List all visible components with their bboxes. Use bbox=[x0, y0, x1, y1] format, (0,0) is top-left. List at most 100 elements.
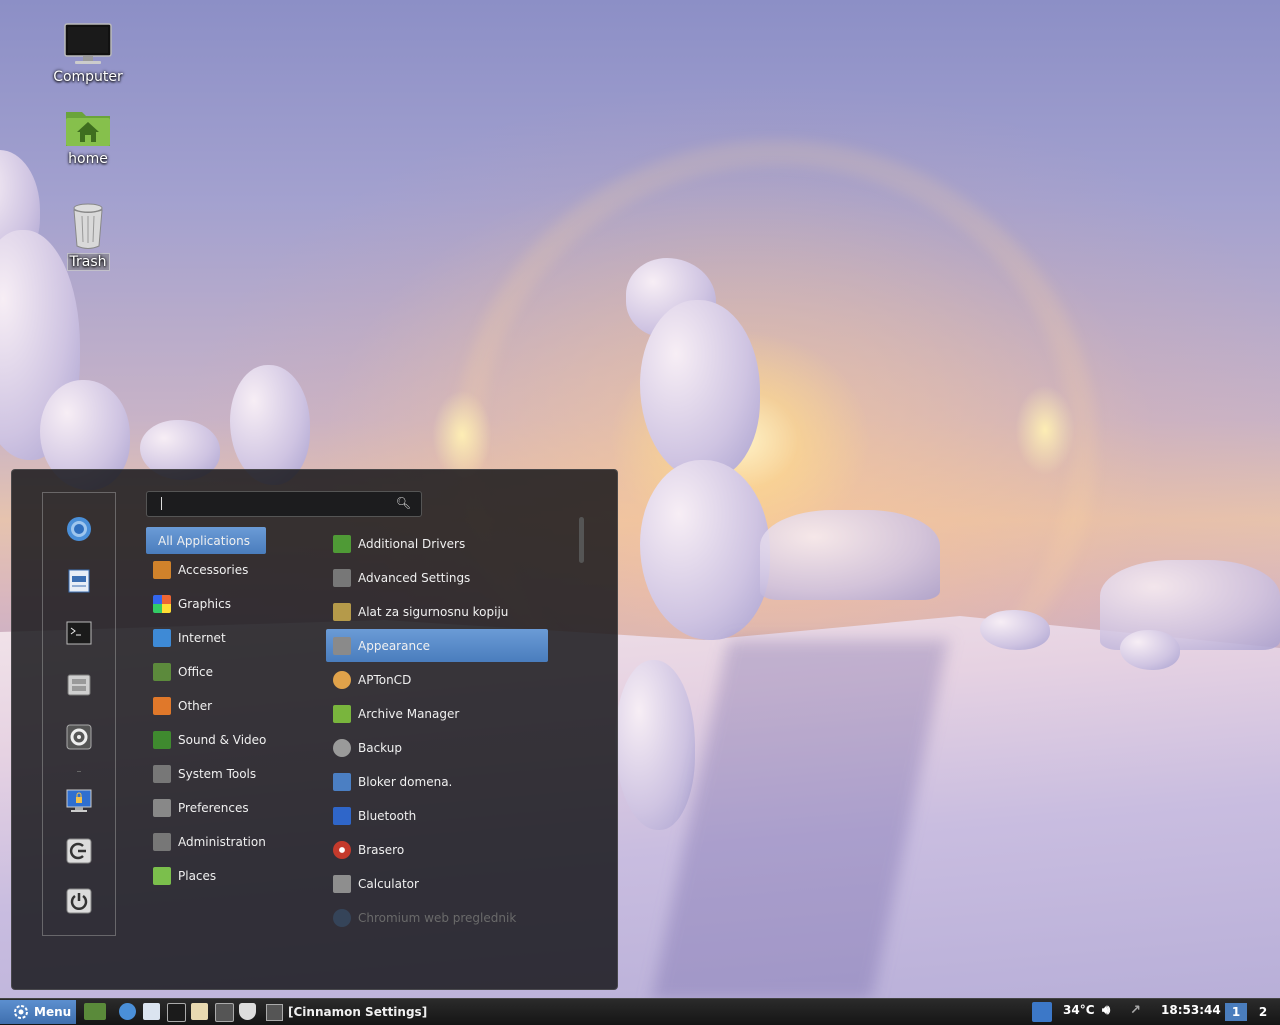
category-label: Administration bbox=[178, 834, 266, 849]
bottom-panel: Menu [Cinnamon Settings] 34°C 🔊︎ ↗ 18:53… bbox=[0, 998, 1280, 1025]
category-label: Internet bbox=[178, 630, 226, 645]
text-editor-launcher-icon[interactable] bbox=[191, 1003, 208, 1020]
show-desktop-icon[interactable] bbox=[84, 1003, 106, 1020]
trash-icon bbox=[73, 203, 103, 249]
category-accessories[interactable]: Accessories bbox=[146, 556, 266, 583]
office-icon bbox=[153, 662, 171, 681]
category-label: Other bbox=[178, 698, 213, 713]
clock[interactable]: 18:53:44 bbox=[1161, 1003, 1221, 1017]
taskbar-window-cinnamon-settings[interactable]: [Cinnamon Settings] bbox=[266, 1001, 427, 1023]
terminal-launcher-icon[interactable] bbox=[167, 1003, 186, 1022]
settings-launcher-icon[interactable] bbox=[215, 1003, 234, 1022]
chromium-icon bbox=[333, 908, 351, 927]
preferences-icon bbox=[153, 798, 171, 817]
additional-drivers-icon bbox=[333, 534, 351, 553]
home-folder-icon bbox=[66, 112, 110, 146]
logout-icon bbox=[66, 838, 92, 864]
favorite-lock-screen[interactable] bbox=[65, 787, 93, 815]
power-icon bbox=[66, 888, 92, 914]
app-label: Backup bbox=[358, 740, 402, 755]
desktop-icon-label: Trash bbox=[66, 253, 110, 271]
favorite-terminal[interactable] bbox=[65, 619, 93, 647]
app-label: Appearance bbox=[358, 638, 431, 653]
window-title: [Cinnamon Settings] bbox=[288, 1005, 428, 1019]
snow-tree bbox=[230, 365, 310, 485]
category-places[interactable]: Places bbox=[146, 862, 266, 889]
app-bluetooth[interactable]: Bluetooth bbox=[326, 799, 548, 832]
menu-search-input[interactable]: 🔍︎ bbox=[146, 491, 422, 517]
category-system-tools[interactable]: System Tools bbox=[146, 760, 266, 787]
menu-button-label: Menu bbox=[34, 1005, 72, 1019]
network-icon[interactable]: ↗ bbox=[1130, 1003, 1141, 1018]
category-internet[interactable]: Internet bbox=[146, 624, 266, 651]
category-preferences[interactable]: Preferences bbox=[146, 794, 266, 821]
temperature-readout[interactable]: 34°C bbox=[1063, 1003, 1095, 1017]
sundog-left bbox=[432, 390, 492, 480]
chromium-icon bbox=[67, 517, 91, 541]
appearance-icon bbox=[333, 636, 351, 655]
brasero-icon bbox=[333, 840, 351, 859]
settings-icon bbox=[66, 724, 92, 750]
menu-button[interactable]: Menu bbox=[0, 1000, 76, 1024]
app-label: Chromium web preglednik bbox=[358, 910, 517, 925]
app-archive-manager[interactable]: Archive Manager bbox=[326, 697, 548, 730]
category-administration[interactable]: Administration bbox=[146, 828, 266, 855]
category-other[interactable]: Other bbox=[146, 692, 266, 719]
app-domain-blocker[interactable]: Bloker domena. bbox=[326, 765, 548, 798]
graphics-icon bbox=[153, 594, 171, 613]
snow-mound bbox=[980, 610, 1050, 650]
app-chromium[interactable]: Chromium web preglednik bbox=[326, 901, 548, 934]
shield-launcher-icon[interactable] bbox=[239, 1003, 256, 1020]
category-all-applications[interactable]: All Applications bbox=[146, 527, 266, 554]
app-brasero[interactable]: Brasero bbox=[326, 833, 548, 866]
text-cursor bbox=[161, 497, 162, 510]
app-calculator[interactable]: Calculator bbox=[326, 867, 548, 900]
desktop-icon-computer[interactable]: Computer bbox=[43, 22, 133, 85]
workspace-1[interactable]: 1 bbox=[1225, 1003, 1247, 1021]
workspace-label: 1 bbox=[1231, 1005, 1241, 1019]
desktop-icon-home[interactable]: home bbox=[43, 106, 133, 167]
favorite-power[interactable] bbox=[65, 887, 93, 915]
category-sound-video[interactable]: Sound & Video bbox=[146, 726, 266, 753]
backup-icon bbox=[333, 738, 351, 757]
app-additional-drivers[interactable]: Additional Drivers bbox=[326, 527, 548, 560]
app-advanced-settings[interactable]: Advanced Settings bbox=[326, 561, 548, 594]
app-backup[interactable]: Backup bbox=[326, 731, 548, 764]
category-office[interactable]: Office bbox=[146, 658, 266, 685]
app-aptoncd[interactable]: APTonCD bbox=[326, 663, 548, 696]
app-backup-tool[interactable]: Alat za sigurnosnu kopiju bbox=[326, 595, 548, 628]
application-menu: 🔍︎ All Applications Accessories Graphics… bbox=[11, 469, 618, 990]
workspace-label: 2 bbox=[1258, 1005, 1268, 1019]
favorite-chromium[interactable] bbox=[65, 515, 93, 543]
favorites-bar bbox=[42, 492, 116, 936]
accessibility-icon[interactable] bbox=[1032, 1002, 1052, 1022]
desktop-icon-label: Computer bbox=[53, 69, 123, 85]
favorite-logout[interactable] bbox=[65, 837, 93, 865]
document-viewer-icon bbox=[68, 569, 90, 593]
favorite-settings[interactable] bbox=[65, 723, 93, 751]
desktop-icon-trash[interactable]: Trash bbox=[43, 202, 133, 271]
app-label: Archive Manager bbox=[358, 706, 460, 721]
archive-manager-icon bbox=[333, 704, 351, 723]
chromium-launcher-icon[interactable] bbox=[119, 1003, 136, 1020]
internet-icon bbox=[153, 628, 171, 647]
app-list-scrollbar[interactable] bbox=[579, 517, 584, 563]
accessories-icon bbox=[153, 560, 171, 579]
volume-icon[interactable]: 🔊︎ bbox=[1102, 1003, 1110, 1018]
aptoncd-icon bbox=[333, 670, 351, 689]
category-label: Places bbox=[178, 868, 217, 883]
favorite-document-viewer[interactable] bbox=[65, 567, 93, 595]
lock-screen-icon bbox=[66, 789, 92, 812]
category-label: All Applications bbox=[158, 533, 250, 548]
favorite-files[interactable] bbox=[65, 671, 93, 699]
administration-icon bbox=[153, 832, 171, 851]
places-folder-icon bbox=[153, 866, 171, 885]
document-launcher-icon[interactable] bbox=[143, 1003, 160, 1020]
app-appearance[interactable]: Appearance bbox=[326, 629, 548, 662]
app-label: Brasero bbox=[358, 842, 405, 857]
app-label: APTonCD bbox=[358, 672, 412, 687]
workspace-2[interactable]: 2 bbox=[1252, 1003, 1274, 1021]
category-graphics[interactable]: Graphics bbox=[146, 590, 266, 617]
backup-tool-icon bbox=[333, 602, 351, 621]
other-icon bbox=[153, 696, 171, 715]
